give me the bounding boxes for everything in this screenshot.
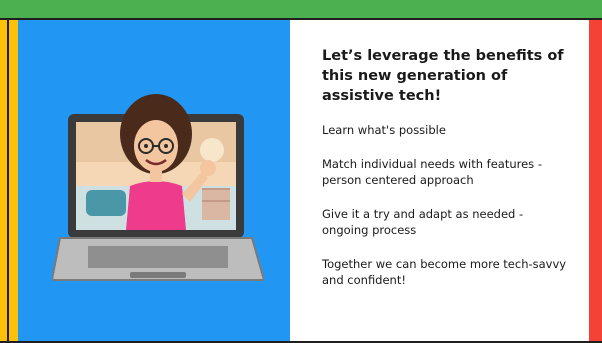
bitmoji-laptop-illustration bbox=[52, 94, 264, 281]
yellow-accent-strip bbox=[9, 20, 18, 343]
point-4: Together we can become more tech-savvy a… bbox=[322, 257, 567, 287]
point-1: Learn what's possible bbox=[322, 123, 446, 137]
slide-heading: Let’s leverage the benefits of this new … bbox=[322, 48, 564, 104]
right-color-stripe bbox=[589, 20, 602, 343]
slide: Let’s leverage the benefits of this new … bbox=[0, 0, 602, 343]
top-color-bar bbox=[0, 0, 602, 20]
left-color-stripe bbox=[0, 20, 9, 343]
illustration-panel bbox=[18, 20, 290, 343]
point-3: Give it a try and adapt as needed - ongo… bbox=[322, 207, 524, 237]
content-text: Let’s leverage the benefits of this new … bbox=[322, 46, 572, 306]
point-2: Match individual needs with features - p… bbox=[322, 157, 542, 187]
